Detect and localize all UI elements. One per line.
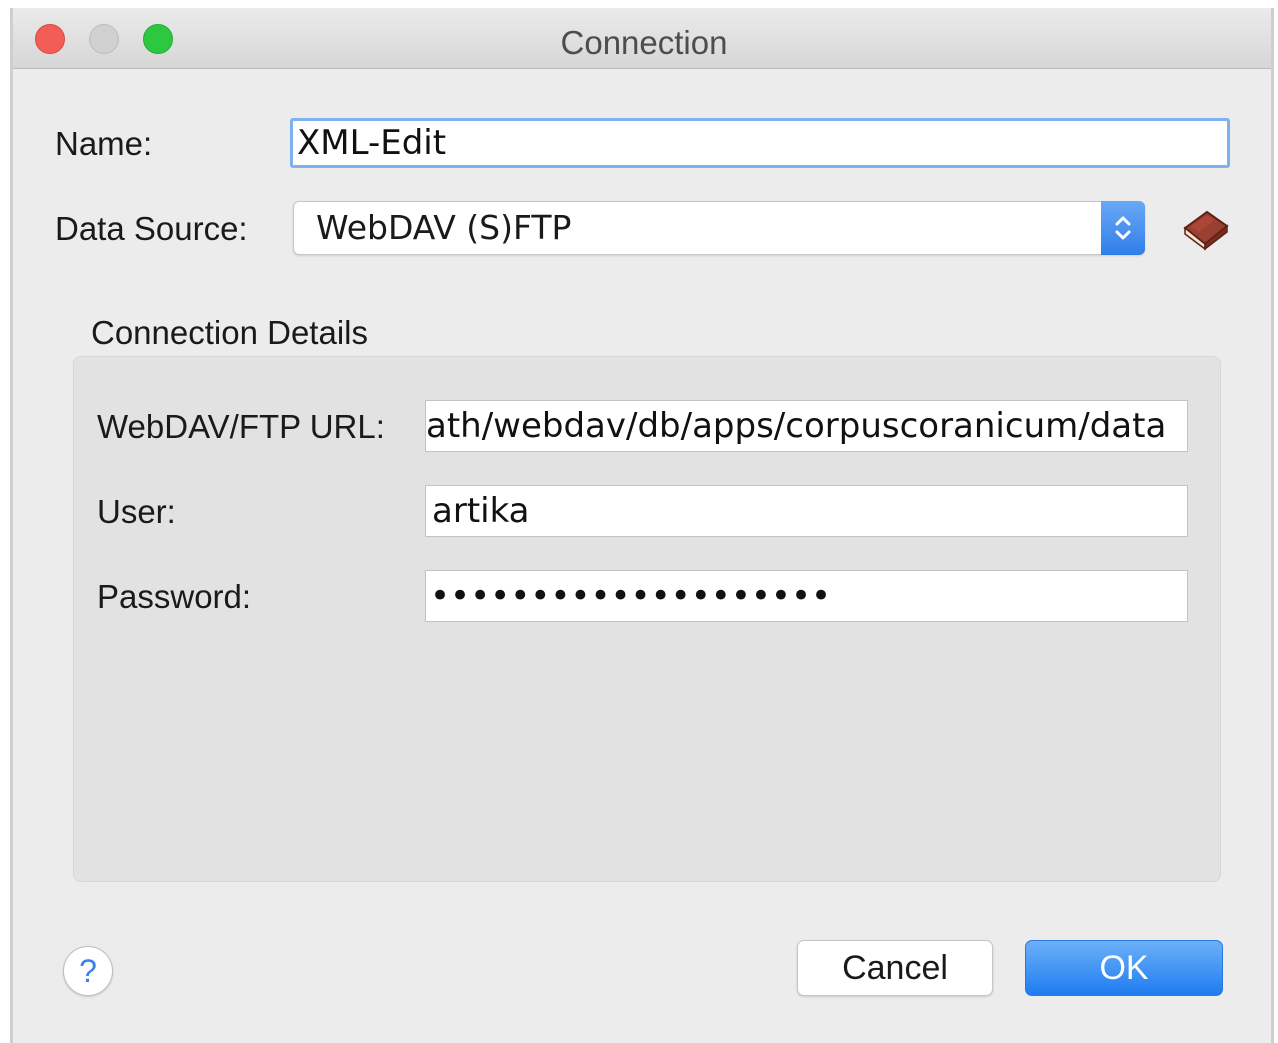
url-value: ath/webdav/db/apps/corpuscoranicum/data bbox=[426, 406, 1167, 446]
name-input[interactable]: XML-Edit bbox=[290, 118, 1230, 168]
data-source-label: Data Source: bbox=[55, 210, 248, 247]
title-bar: Connection bbox=[13, 8, 1271, 69]
password-input[interactable]: •••••••••••••••••••• bbox=[425, 570, 1188, 622]
cancel-button[interactable]: Cancel bbox=[797, 940, 993, 996]
window-title: Connection bbox=[560, 24, 728, 61]
url-input[interactable]: ath/webdav/db/apps/corpuscoranicum/data bbox=[425, 400, 1188, 452]
updown-chevron-icon bbox=[1101, 201, 1145, 255]
background-window-fragment bbox=[140, 0, 370, 8]
data-source-value: WebDAV (S)FTP bbox=[316, 208, 572, 247]
password-label: Password: bbox=[97, 578, 252, 615]
book-icon[interactable] bbox=[1181, 206, 1231, 252]
connection-details-title: Connection Details bbox=[91, 314, 368, 351]
user-label: User: bbox=[97, 493, 176, 530]
help-button[interactable]: ? bbox=[63, 946, 113, 996]
user-input[interactable]: artika bbox=[425, 485, 1188, 537]
data-source-select[interactable]: WebDAV (S)FTP bbox=[293, 201, 1145, 255]
connection-dialog: Connection Name: XML-Edit Data Source: W… bbox=[10, 8, 1274, 1043]
name-label: Name: bbox=[55, 125, 153, 162]
url-label: WebDAV/FTP URL: bbox=[97, 408, 385, 445]
ok-button[interactable]: OK bbox=[1025, 940, 1223, 996]
